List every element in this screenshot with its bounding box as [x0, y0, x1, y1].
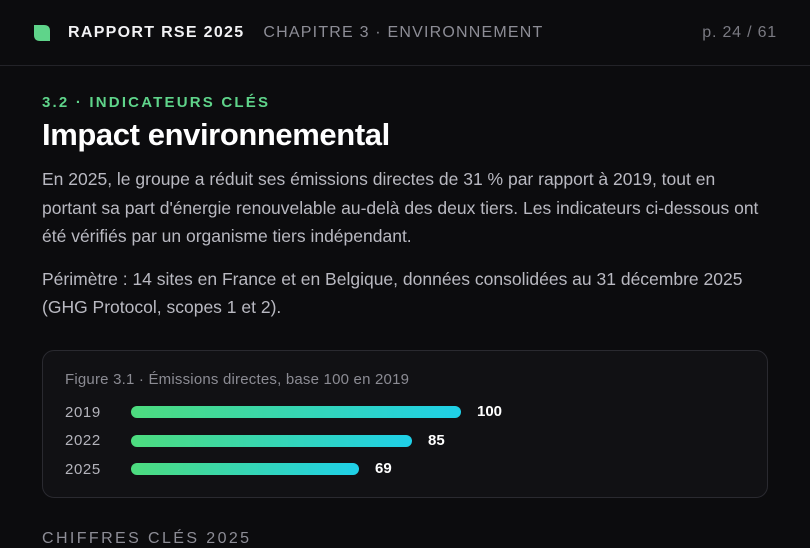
figure-caption: Figure 3.1 · Émissions directes, base 10…	[65, 371, 410, 388]
bar-chart: 2019 100 2022 85 2025 69	[65, 398, 745, 484]
report-title: RAPPORT RSE 2025	[68, 23, 245, 41]
bar-row-2019: 2019 100	[65, 398, 745, 427]
bar-value-2019: 100	[477, 403, 503, 421]
scope-paragraph: Périmètre : 14 sites en France et en Bel…	[42, 268, 743, 318]
bar-value-2022: 85	[428, 431, 445, 449]
bar-track: 85	[131, 431, 461, 449]
bar-2025	[131, 463, 359, 476]
chapter-breadcrumb: CHAPITRE 3 · ENVIRONNEMENT	[263, 23, 544, 41]
bar-label-2025: 2025	[65, 460, 101, 478]
bar-row-2025: 2025 69	[65, 455, 745, 484]
leaf-logo-icon	[34, 24, 50, 41]
section-eyebrow: 3.2 · INDICATEURS CLÉS	[42, 94, 271, 111]
bar-track: 100	[131, 403, 502, 420]
top-bar: RAPPORT RSE 2025 CHAPITRE 3 · ENVIRONNEM…	[0, 0, 810, 66]
bar-2022	[131, 434, 412, 447]
section-content: 3.2 · INDICATEURS CLÉS Impact environnem…	[42, 94, 768, 322]
bar-label-2019: 2019	[65, 403, 101, 421]
bar-label-2022: 2022	[65, 432, 101, 450]
bar-track: 69	[131, 460, 461, 478]
bar-value-2025: 69	[375, 460, 392, 478]
bar-2019	[131, 406, 461, 419]
emissions-figure: Figure 3.1 · Émissions directes, base 10…	[42, 350, 768, 498]
bar-row-2022: 2022 85	[65, 427, 745, 456]
next-section-heading: CHIFFRES CLÉS 2025	[42, 530, 252, 547]
intro-paragraph: En 2025, le groupe a réduit ses émission…	[42, 169, 759, 246]
page-indicator: p. 24 / 61	[702, 23, 777, 41]
section-title: Impact environnemental	[42, 117, 390, 152]
